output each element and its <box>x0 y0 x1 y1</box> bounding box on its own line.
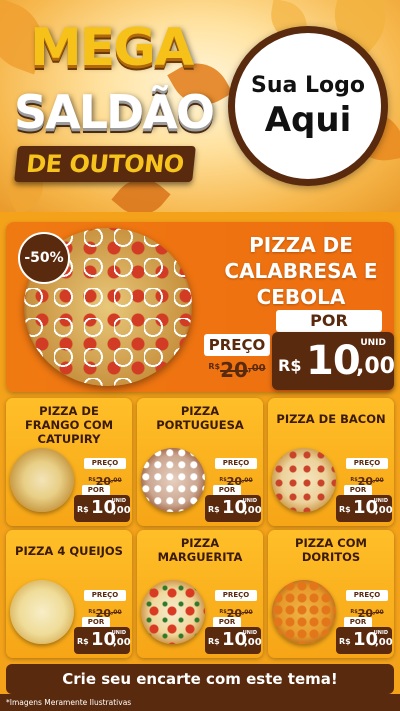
old-price: R$20,00 <box>80 602 130 620</box>
pizza-bacon-image <box>272 448 336 512</box>
featured-offer[interactable]: -50% PIZZA DE CALABRESA E CEBOLA POR PRE… <box>6 222 395 392</box>
logo-text-line2: Aqui <box>264 100 352 140</box>
headline-mega: MEGA <box>30 18 194 78</box>
header-banner: MEGA SALDÃO DE OUTONO Sua Logo Aqui <box>0 0 400 212</box>
preco-label: PREÇO <box>215 590 257 601</box>
product-card[interactable]: PIZZA DE BACON PREÇO R$20,00 POR UNID R$ 1… <box>268 398 394 526</box>
old-price-currency: R$ <box>88 477 96 483</box>
pizza-portuguesa-image <box>141 448 205 512</box>
featured-new-price: UNID R$ 10 ,00 <box>272 332 395 390</box>
product-card[interactable]: PIZZA 4 QUEIJOS PREÇO R$20,00 POR UNID R$… <box>6 530 132 658</box>
new-price-cents: ,00 <box>356 354 395 379</box>
pizza-4-queijos-image <box>10 580 74 644</box>
product-card[interactable]: PIZZA COM DORITOS PREÇO R$20,00 POR UNID… <box>268 530 394 658</box>
pizza-frango-image <box>10 448 74 512</box>
old-price-currency: R$ <box>350 477 358 483</box>
product-title: PIZZA DE FRANGO COM CATUPIRY <box>24 404 114 446</box>
new-price-currency: R$ <box>208 505 220 514</box>
new-price: UNID R$ 10,00 <box>74 627 131 654</box>
old-price: R$20,00 <box>80 470 130 488</box>
disclaimer-text: *Imagens Meramente Ilustrativas <box>6 698 132 707</box>
cta-banner[interactable]: Crie seu encarte com este tema! <box>6 664 394 694</box>
preco-label: PREÇO <box>346 590 388 601</box>
product-title: PIZZA COM DORITOS <box>295 536 367 564</box>
product-card[interactable]: PIZZA MARGUERITA PREÇO R$20,00 POR UNID R… <box>137 530 263 658</box>
old-price-cents: ,00 <box>373 477 384 484</box>
featured-old-price: R$20,00 <box>202 358 272 382</box>
product-card[interactable]: PIZZA DE FRANGO COM CATUPIRY PREÇO R$20,… <box>6 398 132 526</box>
product-title: PIZZA MARGUERITA <box>157 536 243 564</box>
new-price-cents: ,00 <box>375 505 393 516</box>
old-price-currency: R$ <box>350 609 358 615</box>
pizza-doritos-image <box>272 580 336 644</box>
old-price-cents: ,00 <box>242 477 253 484</box>
old-price: R$20,00 <box>342 470 392 488</box>
logo-text-line1: Sua Logo <box>250 73 365 98</box>
new-price-currency: R$ <box>339 505 351 514</box>
product-title: PIZZA 4 QUEIJOS <box>15 544 123 558</box>
old-price-cents: ,00 <box>373 609 384 616</box>
new-price-cents: ,00 <box>375 637 393 648</box>
old-price-currency: R$ <box>208 362 221 371</box>
unid-label: UNID <box>360 338 386 348</box>
preco-label: PREÇO <box>215 458 257 469</box>
preco-label: PREÇO <box>84 590 126 601</box>
old-price-currency: R$ <box>219 609 227 615</box>
new-price-currency: R$ <box>77 505 89 514</box>
old-price-currency: R$ <box>88 609 96 615</box>
old-price: R$20,00 <box>342 602 392 620</box>
featured-preco-label: PREÇO <box>204 334 270 356</box>
old-price-value: 20 <box>220 358 248 382</box>
product-title: PIZZA DE BACON <box>276 412 386 426</box>
old-price-cents: ,00 <box>247 363 266 374</box>
new-price: UNID R$ 10,00 <box>205 627 262 654</box>
new-price-cents: ,00 <box>244 637 262 648</box>
product-card[interactable]: PIZZA PORTUGUESA PREÇO R$20,00 POR UNID R… <box>137 398 263 526</box>
new-price: UNID R$ 10,00 <box>74 495 131 522</box>
logo-placeholder[interactable]: Sua Logo Aqui <box>228 26 388 186</box>
old-price: R$20,00 <box>211 602 261 620</box>
new-price: UNID R$ 10,00 <box>336 627 393 654</box>
new-price: UNID R$ 10,00 <box>205 495 262 522</box>
preco-label: PREÇO <box>346 458 388 469</box>
old-price-cents: ,00 <box>111 477 122 484</box>
pizza-marguerita-image <box>141 580 205 644</box>
new-price-currency: R$ <box>278 356 302 375</box>
old-price: R$20,00 <box>211 470 261 488</box>
new-price-cents: ,00 <box>244 505 262 516</box>
new-price-currency: R$ <box>208 637 220 646</box>
featured-por-label: POR <box>276 310 382 332</box>
headline-saldao: SALDÃO <box>14 85 215 139</box>
new-price-value: 10 <box>306 338 361 384</box>
new-price-currency: R$ <box>339 637 351 646</box>
old-price-cents: ,00 <box>242 609 253 616</box>
new-price-cents: ,00 <box>113 637 131 648</box>
new-price-cents: ,00 <box>113 505 131 516</box>
discount-badge: -50% <box>18 232 70 284</box>
old-price-cents: ,00 <box>111 609 122 616</box>
old-price-currency: R$ <box>219 477 227 483</box>
preco-label: PREÇO <box>84 458 126 469</box>
new-price: UNID R$ 10,00 <box>336 495 393 522</box>
product-title: PIZZA PORTUGUESA <box>156 404 244 432</box>
featured-title: PIZZA DE CALABRESA E CEBOLA <box>224 233 378 309</box>
new-price-currency: R$ <box>77 637 89 646</box>
headline-outono: DE OUTONO <box>14 146 196 182</box>
